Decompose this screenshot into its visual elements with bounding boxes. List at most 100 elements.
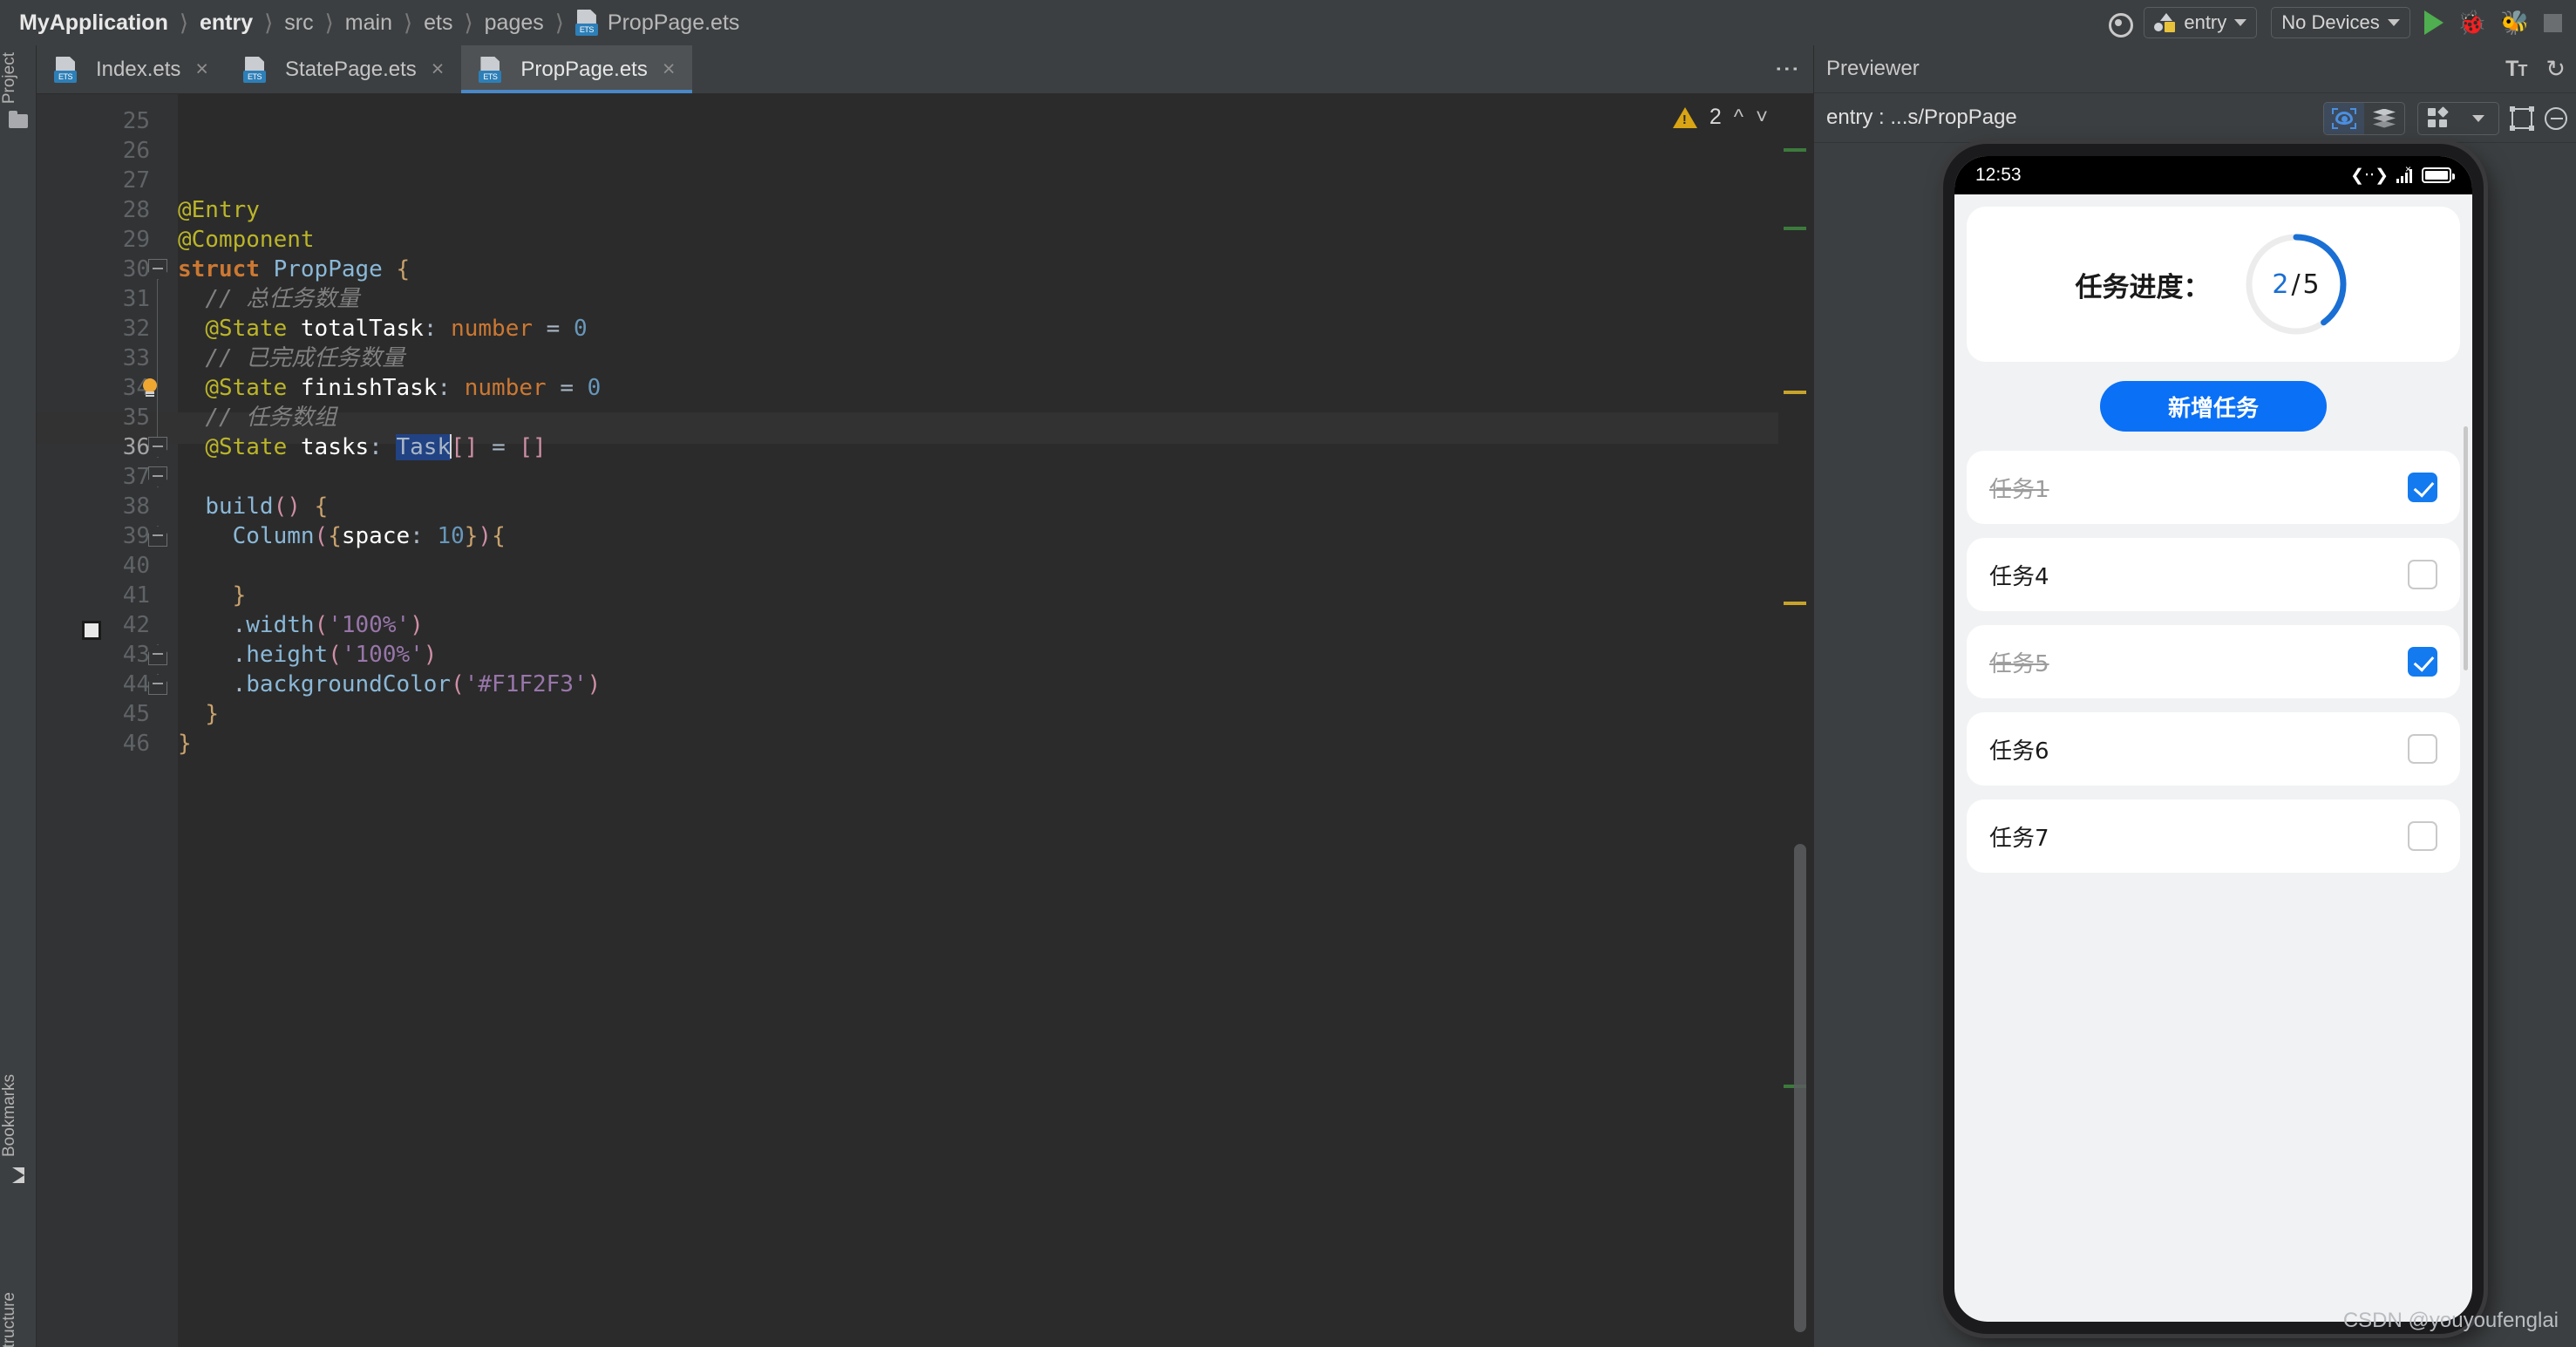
code-line-44: .backgroundColor('#F1F2F3'): [232, 671, 602, 697]
more-vertical-icon[interactable]: ⋮: [1774, 57, 1801, 81]
code-line-30: struct PropPage {: [178, 256, 411, 282]
ets-file-icon: ETS: [574, 10, 600, 36]
task-list-item[interactable]: 任务6: [1967, 712, 2460, 786]
code-line-42: .width('100%'): [232, 612, 424, 638]
network-arrows-icon: ❮‧‧❯: [2350, 166, 2389, 185]
task-label: 任务4: [1989, 563, 2049, 590]
sidebar-item-bookmarks[interactable]: Bookmarks: [0, 1074, 37, 1184]
progress-separator: /: [2291, 269, 2301, 300]
phone-screen[interactable]: 12:53 ❮‧‧❯ × 任务进度： 2 / 5 新增任务 任务1 任务4 任务…: [1954, 156, 2472, 1322]
task-checkbox[interactable]: [2408, 734, 2437, 764]
code-line-28: @Entry: [178, 197, 260, 223]
status-icons: ❮‧‧❯ ×: [2350, 163, 2455, 186]
previewer-header: Previewer TT ↻: [1814, 45, 2576, 93]
breadcrumb-item-ets[interactable]: ets: [424, 10, 452, 36]
code-selection[interactable]: Task: [396, 434, 452, 460]
line-number: 31: [122, 286, 150, 312]
task-list-item[interactable]: 任务1: [1967, 451, 2460, 524]
tab-index-ets[interactable]: ETS Index.ets ×: [37, 45, 227, 93]
breadcrumb-item-project[interactable]: MyApplication: [19, 10, 168, 36]
sidebar-item-project[interactable]: Project: [0, 52, 37, 129]
line-number: 41: [122, 582, 150, 609]
zoom-out-icon[interactable]: [2545, 106, 2567, 130]
inspect-layers-toggle-group: [2323, 101, 2405, 135]
warning-count: 2: [1709, 105, 1722, 129]
bookmark-marker[interactable]: [82, 621, 101, 640]
breadcrumb-item-file[interactable]: PropPage.ets: [608, 10, 740, 36]
task-list-item[interactable]: 任务4: [1967, 538, 2460, 611]
breadcrumb-separator: ⟩: [324, 9, 334, 36]
refresh-icon[interactable]: ↻: [2545, 56, 2566, 83]
previewer-target-label: entry : ...s/PropPage: [1826, 105, 2017, 129]
task-checkbox[interactable]: [2408, 821, 2437, 851]
ets-badge-label: ETS: [574, 24, 598, 36]
fold-marker-struct[interactable]: [148, 259, 167, 280]
ide-window: MyApplication ⟩ entry ⟩ src ⟩ main ⟩ ets…: [0, 0, 2576, 1347]
close-icon[interactable]: ×: [432, 57, 445, 82]
intention-bulb-icon[interactable]: [141, 378, 159, 399]
layers-icon[interactable]: [2364, 103, 2404, 134]
code-text-area[interactable]: @Entry @Component struct PropPage { // 总…: [178, 94, 1778, 1347]
task-list-item[interactable]: 任务5: [1967, 625, 2460, 698]
tab-statepage-ets[interactable]: ETS StatePage.ets ×: [226, 45, 462, 93]
warning-marker: [1784, 602, 1806, 605]
gear-icon[interactable]: [2107, 11, 2134, 37]
editor-marker-strip[interactable]: [1778, 94, 1813, 1347]
code-editor[interactable]: 2 ^ ˅ 25 26 27 28 29 30 31 32 33 34 35 3…: [37, 94, 1813, 1347]
breadcrumb-item-main[interactable]: main: [345, 10, 392, 36]
left-tool-strip: Project Bookmarks Structure: [0, 45, 37, 1347]
line-number: 35: [122, 405, 150, 431]
line-number: 39: [122, 523, 150, 549]
progress-total-count: 5: [2302, 269, 2320, 300]
breadcrumb-item-src[interactable]: src: [284, 10, 313, 36]
task-checkbox[interactable]: [2408, 560, 2437, 589]
chevron-down-icon[interactable]: ˅: [1756, 105, 1768, 130]
tab-proppage-ets[interactable]: ETS PropPage.ets ×: [461, 45, 693, 93]
app-content: 任务进度： 2 / 5 新增任务 任务1 任务4 任务5 任务6 任务7: [1954, 194, 2472, 873]
bug-attach-icon[interactable]: 🐝: [2500, 10, 2530, 35]
line-number: 40: [122, 553, 150, 579]
breadcrumb-item-entry[interactable]: entry: [200, 10, 253, 36]
tab-label: PropPage.ets: [520, 57, 648, 81]
bug-icon[interactable]: 🐞: [2457, 10, 2487, 35]
tab-label: Index.ets: [96, 57, 181, 81]
ets-file-icon: ETS: [479, 56, 503, 83]
task-list-item[interactable]: 任务7: [1967, 799, 2460, 873]
close-icon[interactable]: ×: [663, 57, 676, 82]
close-icon[interactable]: ×: [195, 57, 208, 82]
fold-marker-build-end[interactable]: [148, 644, 167, 665]
line-number: 44: [122, 671, 150, 697]
font-size-icon[interactable]: TT: [2505, 57, 2527, 82]
breadcrumb-item-pages[interactable]: pages: [485, 10, 544, 36]
sidebar-item-structure[interactable]: Structure: [0, 1292, 37, 1347]
chevron-up-icon[interactable]: ^: [1734, 105, 1743, 130]
device-selector[interactable]: No Devices: [2271, 7, 2410, 38]
components-dropdown[interactable]: [2417, 101, 2499, 135]
play-icon[interactable]: [2423, 10, 2443, 35]
code-line-38: build() {: [205, 493, 329, 520]
module-selector[interactable]: entry: [2144, 7, 2258, 38]
progress-ring-text: 2 / 5: [2240, 228, 2352, 340]
code-line-35: // 任务数组: [205, 405, 337, 431]
fold-marker-struct-end[interactable]: [148, 674, 167, 695]
fold-marker-column-end[interactable]: [148, 526, 167, 547]
frame-select-icon[interactable]: [2510, 105, 2534, 131]
editor-gutter[interactable]: 25 26 27 28 29 30 31 32 33 34 35 36 37 3…: [37, 94, 178, 1347]
phone-scrollbar[interactable]: [2464, 426, 2468, 670]
bookmark-icon: [12, 1167, 24, 1184]
progress-ring: 2 / 5: [2240, 228, 2352, 340]
task-checkbox[interactable]: [2408, 473, 2437, 502]
code-line-29: @Component: [178, 227, 315, 253]
stop-icon[interactable]: [2544, 13, 2562, 32]
device-preview-area: 12:53 ❮‧‧❯ × 任务进度： 2 / 5 新增任务 任务1 任务4 任务…: [1814, 144, 2576, 1334]
fold-marker-column[interactable]: [148, 466, 167, 487]
task-checkbox[interactable]: [2408, 647, 2437, 677]
editor-vertical-scrollbar[interactable]: [1794, 844, 1806, 1332]
fold-marker-build[interactable]: [148, 437, 167, 458]
inspect-eye-icon[interactable]: [2324, 102, 2364, 134]
sidebar-item-bookmarks-label: Bookmarks: [0, 1074, 18, 1158]
vcs-change-marker: [1784, 227, 1806, 230]
add-task-button[interactable]: 新增任务: [2100, 381, 2327, 432]
line-number: 37: [122, 464, 150, 490]
